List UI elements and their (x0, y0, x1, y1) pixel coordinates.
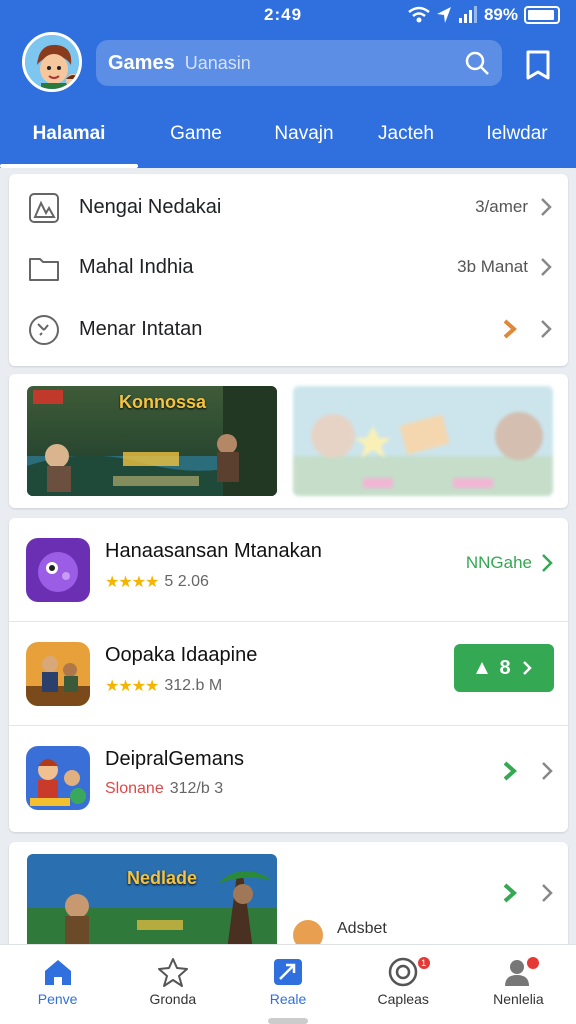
menu-item-label: Nengai Nedakai (79, 195, 222, 218)
battery-percent: 89% (483, 5, 518, 24)
app-list: Hanaasansan Mtanakan ★★★★ 5 2.06 NNGahe … (9, 518, 568, 832)
menu-item[interactable]: Mahal Indhia 3b Manat (9, 236, 568, 298)
menu-item-label: Menar Intatan (79, 317, 203, 340)
banner-secondary[interactable] (293, 386, 553, 496)
target-icon (388, 957, 418, 987)
app-title: Hanaasansan Mtanakan (105, 540, 322, 562)
menu-item[interactable]: Menar Intatan (9, 298, 568, 360)
nav-label: Capleas (377, 991, 429, 1007)
app-meta-prefix: Slonane (105, 780, 164, 797)
app-action[interactable] (502, 760, 554, 782)
tab-bar: Halamai Game Navajn Jacteh Ielwdar (0, 108, 576, 168)
star-rating: ★★★★ (105, 574, 159, 591)
menu-item[interactable]: Nengai Nedakai 3/amer (9, 176, 568, 238)
notification-badge: 1 (417, 957, 430, 969)
chevron-right-icon[interactable] (540, 882, 554, 904)
nav-item-favorites[interactable]: Gronda (115, 945, 230, 1024)
app-icon (26, 538, 90, 602)
list-item[interactable]: Oopaka Idaapine ★★★★ 312.b M 8 (9, 622, 568, 726)
featured-banner[interactable]: Nedlade (27, 854, 277, 950)
list-item[interactable]: DeipralGemans Slonane 312/b 3 (9, 726, 568, 830)
featured-avatar-label: Adsbet (337, 920, 387, 937)
chevron-right-icon (541, 320, 552, 338)
search-label: Games (108, 51, 175, 74)
nav-item-updates[interactable]: 1 Capleas (346, 945, 461, 1024)
tab-jacteh[interactable]: Jacteh (354, 108, 458, 168)
app-title: DeipralGemans (105, 748, 244, 770)
menu-item-value: 3/amer (475, 197, 528, 216)
folder-icon (29, 258, 59, 281)
nav-label: Reale (269, 991, 307, 1007)
app-meta: ★★★★ 5 2.06 (105, 572, 209, 592)
star-icon (157, 958, 188, 987)
banner-main[interactable]: Konnossa (27, 386, 277, 496)
app-meta-text: 312.b M (164, 677, 223, 694)
list-item[interactable]: Hanaasansan Mtanakan ★★★★ 5 2.06 NNGahe (9, 518, 568, 622)
chevron-right-orange-icon (503, 319, 518, 339)
nav-item-profile[interactable]: Nenlelia (461, 945, 576, 1024)
chevron-right-icon (541, 258, 552, 276)
image-icon (29, 193, 59, 223)
nav-label: Penve (37, 991, 78, 1007)
trending-icon (274, 959, 302, 985)
app-meta-text: 312/b 3 (169, 780, 224, 797)
app-icon (26, 642, 90, 706)
tab-navajn[interactable]: Navajn (254, 108, 354, 168)
chevron-right-green-icon (542, 554, 553, 572)
location-icon (436, 7, 451, 23)
app-meta: ★★★★ 312.b M (105, 676, 222, 696)
app-meta-text: 5 2.06 (164, 573, 209, 590)
featured-title: Nedlade (127, 868, 198, 888)
status-time: 2:49 (264, 5, 303, 24)
banner-carousel: Konnossa (9, 374, 568, 508)
search-placeholder: Uanasin (184, 52, 251, 73)
search-icon[interactable] (464, 50, 490, 76)
menu-item-label: Mahal Indhia (79, 255, 194, 278)
nav-item-home[interactable]: Penve (0, 945, 115, 1024)
chevron-right-green-icon (503, 761, 518, 781)
home-indicator (268, 1018, 308, 1024)
nav-label: Gronda (149, 991, 197, 1007)
star-rating: ★★★★ (105, 678, 159, 695)
nav-label: Nenlelia (493, 991, 544, 1007)
bookmark-icon[interactable] (522, 48, 554, 82)
install-button[interactable]: 8 (454, 644, 554, 692)
chevron-right-icon (541, 198, 552, 216)
app-action[interactable]: NNGahe (466, 552, 554, 574)
app-header: 2:49 89% Games Uanasin Halamai Game Nava… (0, 0, 576, 168)
menu-card: Nengai Nedakai 3/amer Mahal Indhia 3b Ma… (9, 174, 568, 366)
search-bar[interactable]: Games Uanasin (96, 40, 502, 86)
avatar[interactable] (22, 32, 82, 92)
banner-title: Konnossa (119, 392, 207, 412)
tab-halamai[interactable]: Halamai (0, 108, 138, 168)
bottom-nav: Penve Gronda Reale 1 Capleas Nenlelia (0, 944, 576, 1024)
arrow-up-icon (476, 662, 489, 674)
app-meta: Slonane 312/b 3 (105, 780, 223, 798)
notification-dot (526, 957, 539, 969)
app-action-label: NNGahe (465, 553, 532, 572)
featured-card: Nedlade Adsbet (9, 842, 568, 952)
chevron-right-icon (542, 762, 553, 780)
menu-item-value: 3b Manat (457, 257, 528, 276)
signal-icon (458, 6, 477, 23)
settings-dial-icon (29, 315, 59, 345)
home-icon (44, 960, 71, 985)
wifi-icon (408, 6, 430, 23)
app-title: Oopaka Idaapine (105, 644, 258, 666)
status-bar: 2:49 89% (0, 0, 576, 32)
nav-item-trending[interactable]: Reale (230, 945, 345, 1024)
app-icon (26, 746, 90, 810)
tab-ielwdar[interactable]: Ielwdar (458, 108, 576, 168)
tab-game[interactable]: Game (138, 108, 254, 168)
battery-icon (524, 6, 560, 24)
chevron-right-green-icon[interactable] (502, 882, 518, 904)
install-button-label: 8 (499, 656, 511, 679)
chevron-right-icon (522, 661, 532, 675)
